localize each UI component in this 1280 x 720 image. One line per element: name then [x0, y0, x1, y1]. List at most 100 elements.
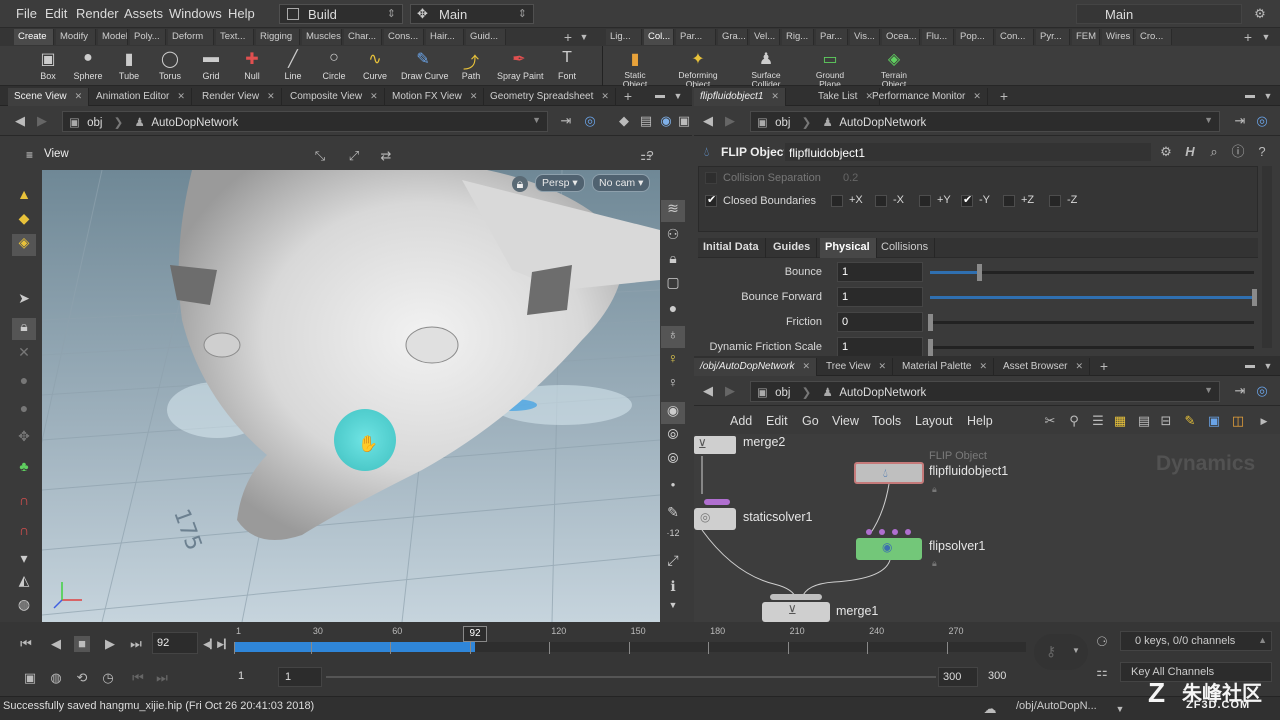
- add-pane-tab-icon[interactable]: +: [620, 88, 636, 104]
- close-icon[interactable]: ✕: [470, 91, 478, 101]
- brush-icon[interactable]: ✎: [661, 504, 685, 526]
- add-pane-tab-icon[interactable]: +: [1096, 358, 1112, 374]
- world-icon[interactable]: ◍: [12, 596, 36, 618]
- snap-icon[interactable]: ∩: [12, 522, 36, 544]
- path-network[interactable]: AutoDopNetwork: [839, 117, 926, 129]
- select-tool-icon[interactable]: ➤: [12, 290, 36, 312]
- tool-grid[interactable]: ▬ Grid: [189, 46, 233, 86]
- pane-menu-icon[interactable]: ▼: [1260, 358, 1276, 374]
- info-icon[interactable]: ⓘ: [1230, 144, 1246, 160]
- network-editor[interactable]: ⊻ merge2 FLIP Object 💧︎ flipfluidobject1…: [694, 434, 1280, 622]
- shelf-tab[interactable]: Wires: [1102, 29, 1134, 45]
- shelf-tab[interactable]: Col...: [644, 29, 674, 45]
- transform-tool-icon[interactable]: ✥: [12, 428, 36, 450]
- tool-box[interactable]: ▣ Box: [26, 46, 70, 86]
- tool-tube[interactable]: ▮ Tube: [107, 46, 151, 86]
- pane-tab[interactable]: Composite View ✕: [284, 88, 385, 106]
- network-menu-item[interactable]: Tools: [872, 414, 901, 428]
- pane-layout-icon[interactable]: ▬: [652, 88, 668, 104]
- search-icon[interactable]: ⌕: [1206, 144, 1222, 160]
- back-arrow-icon[interactable]: ◀: [12, 113, 28, 129]
- context-dropdown[interactable]: ✥ Main ⇕: [410, 4, 534, 24]
- shelf-tab[interactable]: Char...: [344, 29, 382, 45]
- node-staticsolver1[interactable]: ◎: [694, 508, 736, 530]
- realtime-icon[interactable]: ◍: [48, 670, 64, 686]
- pane-tab[interactable]: Material Palette ✕: [896, 358, 995, 376]
- param-field[interactable]: 1: [837, 262, 923, 282]
- shelf-tab[interactable]: Flu...: [922, 29, 954, 45]
- rotate-view-icon[interactable]: ⤡: [312, 148, 328, 164]
- tool-static-object[interactable]: ▮ Static Object: [611, 46, 659, 89]
- gear-icon[interactable]: ⚙: [1158, 144, 1174, 160]
- collision-separation-value[interactable]: 0.2: [843, 172, 858, 184]
- shelf-tab[interactable]: Text...: [216, 29, 254, 45]
- param-subtab[interactable]: Initial Data: [698, 238, 766, 258]
- shelf-tab[interactable]: FEM: [1072, 29, 1100, 45]
- shelf-tab[interactable]: Pop...: [956, 29, 994, 45]
- number-icon[interactable]: ·12: [661, 528, 685, 550]
- help-icon[interactable]: ?: [642, 148, 658, 164]
- shelf-tab[interactable]: Cons...: [384, 29, 424, 45]
- pane-menu-icon[interactable]: ▼: [1260, 88, 1276, 104]
- menu-assets[interactable]: Assets: [124, 6, 163, 21]
- tool-sphere[interactable]: ● Sphere: [66, 46, 110, 86]
- network-menu-item[interactable]: Help: [967, 414, 993, 428]
- axis-checkbox[interactable]: ✔: [961, 194, 973, 207]
- audio-icon[interactable]: ▣: [22, 670, 38, 686]
- timeline-track[interactable]: 1306090120150180210240270 92: [234, 626, 1026, 660]
- shelf-tab[interactable]: Guid...: [466, 29, 506, 45]
- palette-icon[interactable]: ◫: [1230, 413, 1246, 429]
- note-icon[interactable]: ✎: [1182, 413, 1198, 429]
- loop-icon[interactable]: ⟲: [74, 670, 90, 686]
- pane-tab[interactable]: Tree View ✕: [820, 358, 894, 376]
- link-icon[interactable]: ◎: [582, 113, 598, 129]
- list-icon[interactable]: ☰: [1090, 413, 1106, 429]
- tool-spray-paint[interactable]: ✒ Spray Paint: [497, 46, 544, 86]
- step-forward-icon[interactable]: ▶▎: [216, 636, 232, 652]
- pin-icon[interactable]: ⇥: [1232, 113, 1248, 129]
- layout-icon[interactable]: ▤: [1136, 413, 1152, 429]
- ghost-icon[interactable]: ⚇: [661, 226, 685, 248]
- add-shelf-icon[interactable]: +: [560, 29, 576, 45]
- normals-icon[interactable]: ♀: [661, 374, 685, 396]
- select-mode-icon[interactable]: ▲: [12, 186, 36, 208]
- chevron-down-icon[interactable]: ▼: [1204, 115, 1213, 125]
- shelf-tab[interactable]: Muscles: [302, 29, 342, 45]
- close-icon[interactable]: ✕: [370, 91, 378, 101]
- node-merge2[interactable]: ⊻: [694, 436, 736, 454]
- view-title[interactable]: View: [44, 148, 69, 160]
- chevron-down-icon[interactable]: ▼: [1204, 385, 1213, 395]
- split-icon[interactable]: ⊟: [1158, 413, 1174, 429]
- tree-icon[interactable]: ⚲: [1066, 413, 1082, 429]
- forward-arrow-icon[interactable]: ▶: [34, 113, 50, 129]
- menu-file[interactable]: File: [16, 6, 37, 21]
- tool-ground-plane[interactable]: ▭ Ground Plane: [806, 46, 854, 89]
- node-merge1[interactable]: ⊻: [762, 602, 830, 622]
- chevron-down-icon[interactable]: ▼: [532, 115, 541, 125]
- scope-icon[interactable]: ⚏: [1094, 664, 1110, 680]
- menu-windows[interactable]: Windows: [169, 6, 222, 21]
- render-icon[interactable]: ▤: [638, 113, 654, 129]
- network-menu-item[interactable]: Add: [730, 414, 752, 428]
- collision-separation-checkbox[interactable]: [705, 172, 717, 184]
- rotate-tool-icon[interactable]: ●: [12, 372, 36, 394]
- param-subtab[interactable]: Guides: [768, 238, 818, 258]
- tool-null[interactable]: ✚ Null: [230, 46, 274, 86]
- jump-start-icon[interactable]: ⏮: [18, 636, 34, 652]
- forward-arrow-icon[interactable]: ▶: [722, 383, 738, 399]
- axis-checkbox[interactable]: [919, 195, 931, 207]
- grid-view-icon[interactable]: ▦: [1112, 413, 1128, 429]
- tool-line[interactable]: ╱ Line: [271, 46, 315, 86]
- path-root[interactable]: obj: [87, 117, 102, 129]
- shelf-tab[interactable]: Model: [98, 29, 128, 45]
- vis-icon[interactable]: ⦾: [661, 426, 685, 448]
- network-path[interactable]: ▣ obj ❯ ♟ AutoDopNetwork ▼: [750, 381, 1220, 402]
- keys-info[interactable]: 0 keys, 0/0 channels ▲: [1120, 631, 1272, 651]
- close-icon[interactable]: ✕: [601, 91, 609, 101]
- network-menu-item[interactable]: Go: [802, 414, 819, 428]
- close-icon[interactable]: ✕: [878, 361, 886, 371]
- lock-icon[interactable]: 🔒︎: [12, 318, 36, 340]
- wireframe-icon[interactable]: ▢: [661, 274, 685, 296]
- param-subtab[interactable]: Collisions: [876, 238, 936, 258]
- last-key-icon[interactable]: ⏭: [154, 670, 170, 686]
